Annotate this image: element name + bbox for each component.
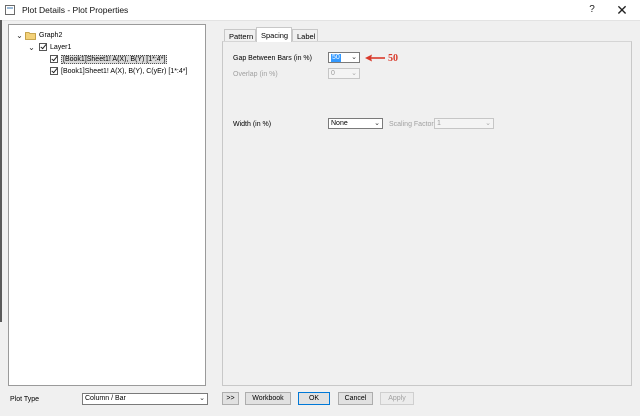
gap-label: Gap Between Bars (in %)	[233, 55, 312, 62]
close-button[interactable]: ✕	[610, 2, 634, 18]
window-edge	[0, 20, 2, 322]
scaling-combo[interactable]: 1 ⌄	[434, 118, 494, 129]
close-icon: ✕	[616, 2, 628, 18]
tree-item-graph[interactable]: ⌄ Graph2	[15, 29, 62, 41]
chevron-down-icon[interactable]: ⌄	[485, 119, 491, 128]
folder-icon	[25, 31, 36, 40]
width-combo[interactable]: None ⌄	[328, 118, 383, 129]
overlap-value: 0	[331, 70, 335, 77]
app-icon	[5, 5, 15, 15]
width-label: Width (in %)	[233, 121, 272, 128]
gap-value: 50	[331, 54, 341, 62]
plot-type-value: Column / Bar	[85, 395, 126, 402]
spacing-panel	[222, 41, 632, 386]
plot-tree[interactable]: ⌄ Graph2 ⌄ Layer1 [Book1]Sheet1! A(X), B…	[8, 24, 206, 386]
chevron-down-icon[interactable]: ⌄	[374, 119, 380, 128]
workbook-button[interactable]: Workbook	[245, 392, 291, 405]
width-value: None	[331, 120, 348, 127]
overlap-label: Overlap (in %)	[233, 71, 278, 78]
checkbox-icon[interactable]	[50, 67, 58, 75]
arrow-left-icon	[365, 54, 385, 62]
checkbox-icon[interactable]	[50, 55, 58, 63]
expand-button[interactable]: >>	[222, 392, 239, 405]
tab-spacing[interactable]: Spacing	[256, 27, 292, 42]
apply-button[interactable]: Apply	[380, 392, 414, 405]
plot-type-label: Plot Type	[10, 396, 40, 403]
tree-label-plot-1: [Book1]Sheet1! A(X), B(Y) [1*:4*]	[61, 54, 168, 64]
plot-type-combo[interactable]: Column / Bar ⌄	[82, 393, 208, 405]
tree-item-layer[interactable]: ⌄ Layer1	[27, 41, 71, 53]
chevron-down-icon[interactable]: ⌄	[27, 43, 36, 52]
tree-label-plot-2: [Book1]Sheet1! A(X), B(Y), C(yEr) [1*:4*…	[61, 67, 188, 75]
chevron-down-icon[interactable]: ⌄	[199, 394, 205, 403]
ok-button[interactable]: OK	[298, 392, 330, 405]
help-button[interactable]: ?	[580, 2, 604, 18]
tree-label-layer: Layer1	[50, 43, 72, 51]
scaling-label: Scaling Factor	[389, 121, 434, 128]
overlap-combo[interactable]: 0 ⌄	[328, 68, 360, 79]
chevron-down-icon[interactable]: ⌄	[351, 69, 357, 78]
window-title: Plot Details - Plot Properties	[22, 5, 129, 15]
checkbox-icon[interactable]	[39, 43, 47, 51]
scaling-value: 1	[437, 120, 441, 127]
chevron-down-icon[interactable]: ⌄	[351, 53, 357, 62]
gap-combo[interactable]: 50 ⌄	[328, 52, 360, 63]
chevron-down-icon[interactable]: ⌄	[15, 31, 24, 40]
annotation-value: 50	[388, 53, 398, 64]
tree-label-graph: Graph2	[39, 31, 63, 39]
tree-item-plot-1[interactable]: [Book1]Sheet1! A(X), B(Y) [1*:4*]	[47, 53, 168, 65]
tree-item-plot-2[interactable]: [Book1]Sheet1! A(X), B(Y), C(yEr) [1*:4*…	[47, 65, 187, 77]
cancel-button[interactable]: Cancel	[338, 392, 373, 405]
title-bar: Plot Details - Plot Properties ? ✕	[0, 0, 640, 21]
